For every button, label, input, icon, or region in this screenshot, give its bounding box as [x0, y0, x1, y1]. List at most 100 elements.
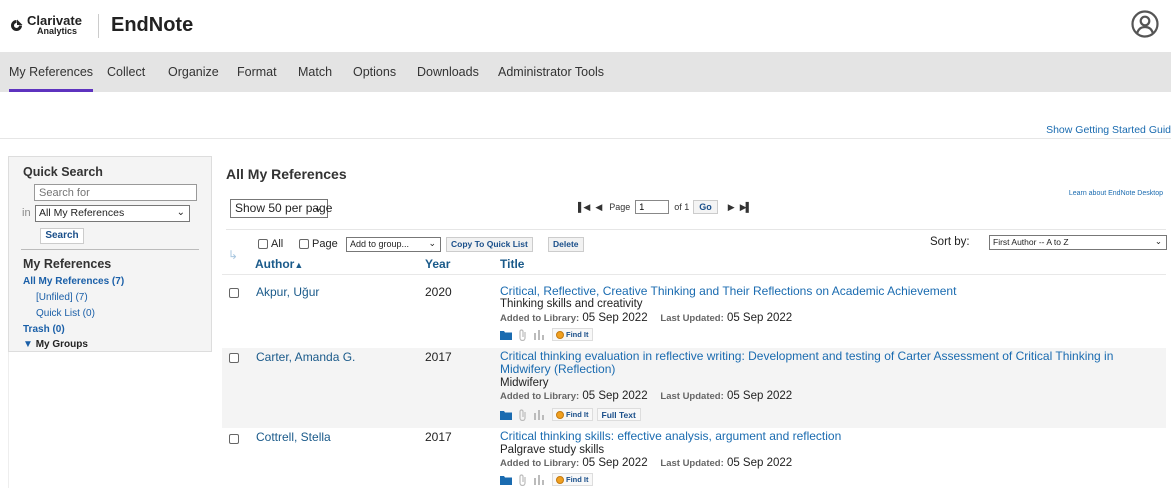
row-checkbox[interactable]	[229, 353, 239, 363]
reference-actions: Find It Full Text	[500, 408, 641, 421]
row-checkbox[interactable]	[229, 434, 239, 444]
chevron-down-icon: ⌄	[1154, 236, 1162, 246]
updated-date: 05 Sep 2022	[726, 390, 793, 402]
sort-by-label: Sort by:	[930, 236, 970, 248]
find-it-label: Find It	[566, 330, 589, 339]
reference-author[interactable]: Akpur, Uğur	[256, 285, 319, 299]
reference-author[interactable]: Cottrell, Stella	[256, 430, 331, 444]
main-nav: My References Collect Organize Format Ma…	[0, 52, 1171, 92]
reference-publication: Thinking skills and creativity	[500, 298, 643, 310]
triangle-down-icon: ▼	[23, 339, 33, 350]
bar-chart-icon[interactable]	[534, 409, 546, 420]
reference-year: 2020	[425, 285, 452, 299]
find-it-button[interactable]: Find It	[552, 473, 593, 486]
table-row: Cottrell, Stella 2017 Critical thinking …	[222, 428, 1166, 488]
page-label: Page	[609, 202, 631, 212]
updated-label: Last Updated:	[660, 458, 724, 469]
added-date: 05 Sep 2022	[582, 312, 648, 324]
select-all-checkbox[interactable]	[258, 239, 268, 249]
nav-downloads[interactable]: Downloads	[417, 65, 479, 79]
copy-to-quick-list-button[interactable]: Copy To Quick List	[446, 237, 533, 252]
bar-chart-icon[interactable]	[534, 329, 546, 340]
table-row: Carter, Amanda G. 2017 Critical thinking…	[222, 348, 1166, 428]
full-text-button[interactable]: Full Text	[596, 408, 641, 421]
search-input[interactable]	[34, 184, 197, 201]
add-to-group-value: Add to group...	[350, 239, 410, 249]
logo-divider	[98, 14, 99, 38]
sidebar-item-all-references[interactable]: All My References (7)	[23, 276, 124, 287]
find-it-button[interactable]: Find It	[552, 328, 593, 341]
bar-chart-icon[interactable]	[534, 474, 546, 485]
search-scope-select[interactable]: All My References ⌄	[35, 205, 190, 222]
first-page-icon[interactable]: ▌◀	[578, 202, 590, 213]
reference-title[interactable]: Critical, Reflective, Creative Thinking …	[500, 285, 1160, 298]
brand-subname: Analytics	[37, 26, 78, 36]
per-page-select[interactable]: Show 50 per page ⌄	[230, 199, 332, 218]
chevron-down-icon: ⌄	[176, 207, 185, 218]
column-header-author[interactable]: Author▲	[255, 257, 303, 271]
paperclip-icon[interactable]	[518, 473, 528, 486]
table-row: Akpur, Uğur 2020 Critical, Reflective, C…	[222, 278, 1166, 348]
search-button[interactable]: Search	[40, 228, 84, 244]
pagination: ▌◀ ◀ Page of 1 Go ▶ ▶▌	[578, 200, 752, 214]
sort-by-select[interactable]: First Author -- A to Z ⌄	[989, 235, 1167, 250]
sidebar-item-trash[interactable]: Trash (0)	[23, 324, 65, 335]
select-page-label: Page	[312, 238, 338, 250]
added-date: 05 Sep 2022	[582, 390, 648, 402]
down-arrow-icon: ↳	[228, 248, 239, 262]
column-header-title[interactable]: Title	[500, 257, 524, 271]
reference-author[interactable]: Carter, Amanda G.	[256, 350, 355, 364]
sidebar-item-unfiled[interactable]: [Unfiled] (7)	[36, 292, 88, 303]
sort-icon: ▲	[294, 260, 304, 270]
column-header-year[interactable]: Year	[425, 257, 450, 271]
nav-organize[interactable]: Organize	[168, 65, 219, 79]
select-page-control[interactable]: Page	[299, 238, 338, 250]
sidebar-item-my-groups[interactable]: ▼ My Groups	[23, 339, 88, 350]
find-it-label: Find It	[566, 410, 589, 419]
search-scope-value: All My References	[39, 207, 125, 219]
nav-my-references[interactable]: My References	[9, 65, 94, 92]
nav-collect[interactable]: Collect	[107, 65, 145, 79]
select-all-control[interactable]: All	[258, 238, 283, 250]
nav-match[interactable]: Match	[298, 65, 332, 79]
nav-options[interactable]: Options	[353, 65, 396, 79]
added-date: 05 Sep 2022	[582, 457, 648, 469]
reference-year: 2017	[425, 350, 452, 364]
clarivate-logo-icon	[11, 19, 23, 31]
my-groups-label: My Groups	[35, 339, 88, 350]
folder-icon[interactable]	[500, 410, 512, 420]
find-it-button[interactable]: Find It	[552, 408, 593, 421]
folder-icon[interactable]	[500, 475, 512, 485]
next-page-icon[interactable]: ▶	[728, 202, 735, 213]
paperclip-icon[interactable]	[518, 328, 528, 341]
reference-actions: Find It	[500, 473, 597, 486]
reference-dates: Added to Library: 05 Sep 2022 Last Updat…	[500, 457, 792, 469]
page-number-input[interactable]	[635, 200, 670, 214]
row-checkbox[interactable]	[229, 288, 239, 298]
reference-title[interactable]: Critical thinking evaluation in reflecti…	[500, 350, 1160, 376]
previous-page-icon[interactable]: ◀	[595, 202, 602, 213]
go-button[interactable]: Go	[693, 200, 718, 214]
sidebar-item-quick-list[interactable]: Quick List (0)	[36, 308, 95, 319]
nav-administrator-tools[interactable]: Administrator Tools	[498, 65, 604, 79]
chevron-down-icon: ⌄	[312, 200, 323, 214]
add-to-group-select[interactable]: Add to group... ⌄	[346, 237, 441, 252]
select-page-checkbox[interactable]	[299, 239, 309, 249]
divider	[222, 274, 1166, 275]
show-getting-started-link[interactable]: Show Getting Started Guid	[1046, 124, 1171, 136]
learn-endnote-desktop-link[interactable]: Learn about EndNote Desktop	[1069, 190, 1163, 197]
last-page-icon[interactable]: ▶▌	[740, 202, 752, 213]
nav-format[interactable]: Format	[237, 65, 277, 79]
folder-icon[interactable]	[500, 330, 512, 340]
quick-search-title: Quick Search	[23, 165, 103, 179]
sidebar: Quick Search in All My References ⌄ Sear…	[8, 156, 212, 352]
reference-title[interactable]: Critical thinking skills: effective anal…	[500, 430, 1160, 443]
user-account-icon[interactable]	[1131, 10, 1159, 38]
paperclip-icon[interactable]	[518, 408, 528, 421]
find-it-label: Find It	[566, 475, 589, 484]
divider	[226, 229, 1166, 230]
clarivate-logo[interactable]: Clarivate Analytics	[10, 14, 82, 36]
reference-year: 2017	[425, 430, 452, 444]
delete-button[interactable]: Delete	[548, 237, 584, 252]
author-header-label: Author	[255, 257, 295, 271]
